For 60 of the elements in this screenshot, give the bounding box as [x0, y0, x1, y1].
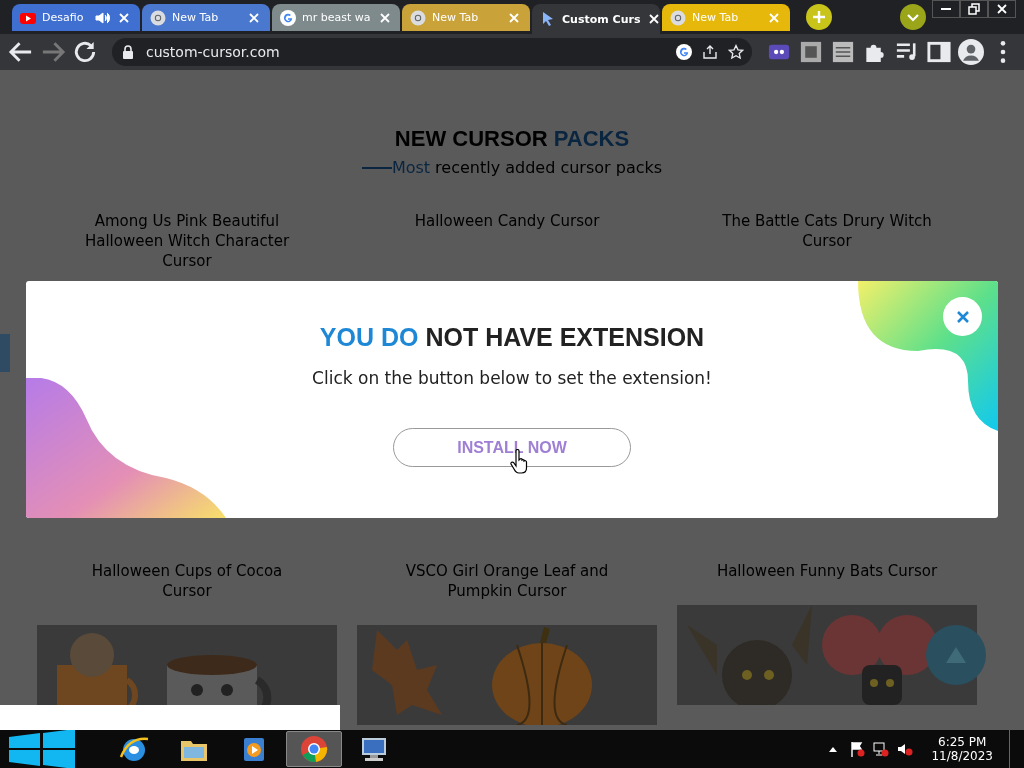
tab-title: Desafio [42, 11, 85, 24]
google-icon[interactable] [676, 44, 692, 60]
back-icon[interactable] [8, 39, 34, 65]
browser-tab[interactable]: Custom Curs [532, 4, 660, 34]
pack-title[interactable]: Halloween Cups of Cocoa Cursor [67, 561, 307, 601]
pack-title[interactable]: The Battle Cats Drury Witch Cursor [707, 211, 947, 251]
minimize-icon [941, 8, 951, 10]
speaker-muted-icon[interactable] [897, 741, 914, 757]
chrome-icon [410, 9, 426, 26]
modal-title: YOU DO NOT HAVE EXTENSION [319, 323, 705, 352]
clock-date[interactable]: 11/8/2023 [931, 749, 993, 763]
url-text: custom-cursor.com [146, 44, 281, 60]
section-subheading: Most recently added cursor packs [391, 158, 663, 177]
browser-tab[interactable]: mr beast wa [272, 4, 400, 31]
chrome-icon [150, 9, 166, 26]
start-button[interactable] [8, 730, 76, 768]
browser-tab[interactable]: New Tab [402, 4, 530, 31]
share-icon[interactable] [702, 44, 718, 60]
pack-title[interactable]: Halloween Candy Cursor [387, 211, 627, 231]
minimize-button[interactable] [932, 0, 960, 18]
extension-icon[interactable] [798, 39, 824, 65]
address-bar[interactable]: custom-cursor.com [112, 38, 752, 66]
side-panel-icon[interactable] [926, 39, 952, 65]
chrome-icon [670, 9, 686, 26]
close-button[interactable] [988, 0, 1016, 18]
pack-title[interactable]: VSCO Girl Orange Leaf and Pumpkin Cursor [387, 561, 627, 601]
chrome-icon [299, 735, 329, 763]
reload-icon[interactable] [72, 39, 98, 65]
extension-icon[interactable] [830, 39, 856, 65]
close-icon [996, 3, 1008, 15]
browser-tab[interactable]: New Tab [662, 4, 790, 31]
clock-time[interactable]: 6:25 PM [938, 735, 987, 749]
network-icon[interactable] [873, 741, 890, 757]
tab-title: mr beast wa [302, 11, 371, 24]
ie-icon [119, 735, 149, 763]
tab-title: Custom Curs [562, 12, 641, 26]
google-icon [280, 9, 296, 26]
profile-icon[interactable] [958, 39, 984, 65]
monitor-icon [359, 735, 389, 763]
new-tab-icon[interactable] [806, 4, 832, 30]
install-button[interactable]: INSTALL NOW [393, 428, 631, 467]
pack-title[interactable]: Halloween Funny Bats Cursor [707, 561, 947, 581]
speaker-icon[interactable] [94, 9, 110, 26]
up-arrow-icon [946, 647, 966, 663]
modal-message: Click on the button below to set the extension! [312, 368, 712, 388]
star-icon[interactable] [728, 44, 744, 60]
browser-tab[interactable]: Desafio [12, 4, 140, 31]
restore-button[interactable] [960, 0, 988, 18]
restore-icon [968, 3, 980, 15]
browser-tab[interactable]: New Tab [142, 4, 270, 31]
section-heading: NEW CURSOR PACKS [393, 126, 631, 152]
lock-icon [120, 44, 136, 60]
accent-line [361, 166, 392, 169]
tab-title: New Tab [432, 11, 480, 24]
tab-title: New Tab [692, 11, 740, 24]
close-icon [955, 309, 970, 324]
tab-search-icon[interactable] [900, 4, 926, 30]
tab-title: New Tab [172, 11, 220, 24]
pack-title[interactable]: Among Us Pink Beautiful Halloween Witch Character Cursor [67, 211, 307, 271]
flag-icon[interactable] [849, 741, 866, 757]
